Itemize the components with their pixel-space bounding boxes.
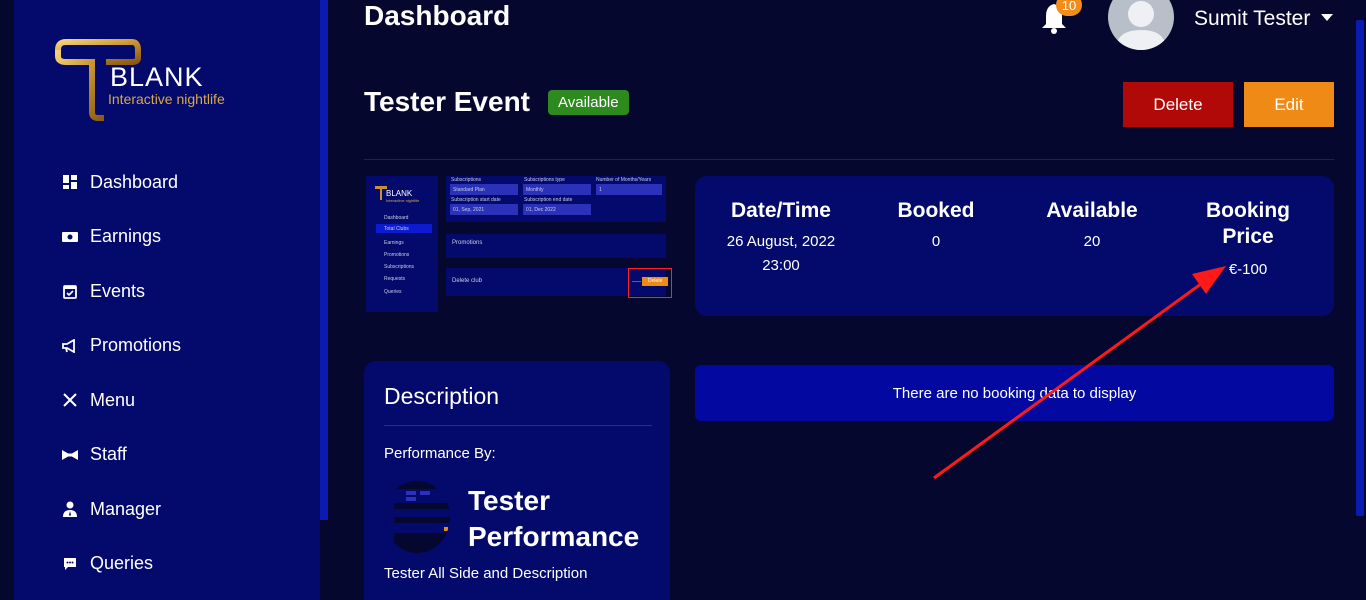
thumb-tagline: Interactive nightlife (386, 198, 420, 203)
available-label: Available (1046, 199, 1138, 222)
sidebar-item-label: Events (90, 280, 146, 301)
event-date: 26 August, 2022 (726, 233, 836, 250)
dashboard-icon (62, 174, 78, 190)
description-title: Description (384, 383, 500, 409)
no-booking-message: There are no booking data to display (695, 365, 1334, 421)
brand-name: BLANK (110, 62, 204, 92)
thumb-field (596, 184, 662, 195)
performer-name-line1: Tester (468, 485, 550, 516)
description-card: Description Performance By: Tester Perfo… (364, 361, 670, 600)
sidebar-item-label: Dashboard (90, 171, 179, 192)
thumb-field-label: Subscriptions (451, 177, 482, 183)
performance-by-label: Performance By: (384, 445, 496, 462)
thumb-field-value: Monthly (526, 187, 544, 193)
thumb-nav-item: Dashboard (384, 215, 409, 221)
thumb-field-label: Subscription start date (451, 197, 501, 203)
sidebar-item-label: Earnings (90, 226, 162, 247)
utensils-icon (62, 392, 78, 408)
booked-label: Booked (897, 199, 975, 222)
thumb-sidebar: BLANK Interactive nightlife Dashboard To… (366, 176, 438, 312)
sidebar-item-menu[interactable]: Menu (62, 373, 181, 428)
user-tie-icon (62, 501, 78, 518)
divider (364, 159, 1334, 160)
sidebar-item-manager[interactable]: Manager (62, 482, 181, 537)
thumb-nav-item: Promotions (384, 252, 410, 258)
calendar-icon (62, 283, 78, 299)
thumb-delete-button-label: Delete (648, 278, 663, 284)
brand-logo[interactable]: BLANK Interactive nightlife (52, 38, 292, 124)
datetime-label: Date/Time (731, 199, 831, 222)
sidebar-item-earnings[interactable]: Earnings (62, 210, 181, 265)
performer-name-line2: Performance (468, 521, 640, 552)
event-title: Tester Event (364, 86, 530, 117)
thumb-field-value: Standard Plan (453, 187, 485, 193)
performer-description: Tester All Side and Description (384, 565, 588, 582)
sidebar-item-dashboard[interactable]: Dashboard (62, 155, 181, 210)
user-placeholder-icon (1116, 1, 1166, 50)
thumb-field-label: Subscription end date (524, 197, 573, 203)
event-stats-card: Date/Time 26 August, 2022 23:00 Booked 0… (695, 176, 1334, 316)
divider (384, 425, 652, 426)
sidebar-scrollbar[interactable] (320, 0, 328, 520)
performer-name: Tester Performance (468, 483, 639, 555)
no-booking-text: There are no booking data to display (892, 384, 1137, 402)
user-name[interactable]: Sumit Tester (1194, 7, 1310, 31)
booking-price-label-2: Price (1222, 225, 1274, 248)
sidebar-item-label: Queries (90, 553, 154, 574)
thumb-field-label: Subscriptions type (524, 177, 565, 183)
sidebar-item-staff[interactable]: Staff (62, 428, 181, 483)
booked-value: 0 (931, 233, 941, 250)
sidebar-item-label: Promotions (90, 335, 182, 356)
event-time: 23:00 (762, 257, 800, 274)
thumb-promotions-label: Promotions (452, 240, 483, 246)
edit-button[interactable]: Edit (1244, 82, 1334, 127)
chat-icon (62, 556, 78, 572)
performer-image (384, 481, 450, 553)
booking-price-value: €-100 (1228, 261, 1268, 278)
notification-badge: 10 (1056, 0, 1082, 16)
sidebar-item-queries[interactable]: Queries (62, 537, 181, 592)
status-badge: Available (548, 90, 629, 115)
money-icon (62, 229, 78, 245)
thumb-field-value: 01, Sep, 2021 (453, 207, 485, 213)
thumb-arrow (632, 281, 641, 282)
thumb-promotions-panel (446, 234, 666, 258)
event-image: BLANK Interactive nightlife Dashboard To… (364, 176, 672, 314)
thumb-nav-item: Requests (384, 276, 406, 282)
chevron-down-icon[interactable] (1321, 14, 1333, 21)
sidebar-nav: Dashboard Earnings Events Promotions Men… (62, 155, 181, 591)
thumb-delete-label: Delete club (452, 278, 483, 284)
bowtie-icon (62, 447, 78, 463)
thumb-nav-item: Total Clubs (384, 226, 409, 232)
thumb-field-value: 01, Dec 2022 (526, 207, 556, 213)
avatar[interactable] (1108, 0, 1174, 50)
thumb-nav-item: Subscriptions (384, 264, 415, 270)
megaphone-icon (62, 338, 78, 354)
thumb-brand: BLANK (386, 189, 413, 198)
available-value: 20 (1083, 233, 1101, 250)
sidebar: BLANK Interactive nightlife Dashboard Ea… (14, 0, 320, 600)
page-scrollbar[interactable] (1356, 20, 1364, 516)
thumb-nav-item: Queries (384, 289, 402, 295)
brand-tagline: Interactive nightlife (108, 91, 225, 107)
booking-price-label-1: Booking (1206, 199, 1290, 222)
sidebar-item-promotions[interactable]: Promotions (62, 319, 181, 374)
thumb-field-label: Number of Months/Years (596, 177, 652, 183)
thumb-nav-item: Earnings (384, 240, 404, 246)
left-edge (0, 0, 14, 600)
sidebar-item-label: Manager (90, 498, 162, 519)
delete-button[interactable]: Delete (1123, 82, 1233, 127)
sidebar-item-label: Menu (90, 389, 136, 410)
page-title: Dashboard (364, 0, 511, 31)
sidebar-item-events[interactable]: Events (62, 264, 181, 319)
sidebar-item-label: Staff (90, 444, 127, 465)
thumb-field-value: 1 (599, 187, 602, 193)
